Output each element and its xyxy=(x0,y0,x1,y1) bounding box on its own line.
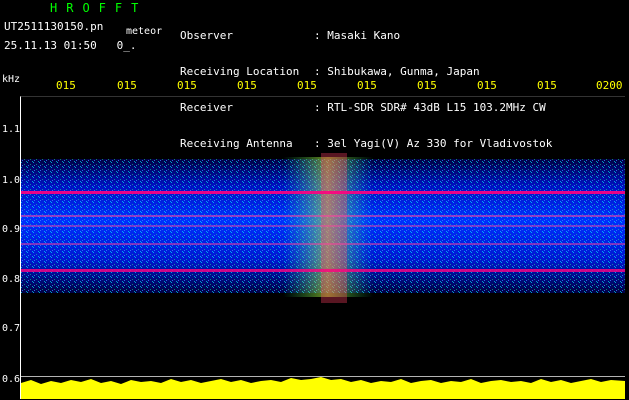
carrier-line xyxy=(21,269,625,272)
meta-value: : Masaki Kano xyxy=(314,29,401,42)
baseline-line xyxy=(21,376,625,377)
app-title: HROFFT xyxy=(50,1,148,15)
carrier-line xyxy=(21,215,625,217)
x-tick-label: 015 xyxy=(357,79,377,92)
x-tick-label: 015 xyxy=(477,79,497,92)
y-tick-label: 0.8 xyxy=(2,274,21,285)
bottom-trace xyxy=(21,377,625,399)
carrier-line xyxy=(21,243,625,245)
x-tick-label: 015 xyxy=(177,79,197,92)
spectrogram-canvas xyxy=(21,153,625,399)
x-tick-label: 015 xyxy=(56,79,76,92)
carrier-line xyxy=(21,191,625,194)
y-tick-label: 0.6 xyxy=(2,374,21,385)
meteor-burst xyxy=(321,153,347,303)
x-tick-label: 015 xyxy=(237,79,257,92)
meta-key: Receiving Location xyxy=(180,65,300,78)
meta-location: Receiving Location : Shibukawa, Gunma, Ja… xyxy=(180,66,552,78)
hrofft-window: HROFFT UT2511130150.pn meteor 25.11.13 0… xyxy=(0,0,629,400)
file-name: UT2511130150.pn xyxy=(4,20,104,33)
y-axis-unit: kHz xyxy=(2,74,21,85)
meta-value: : Shibukawa, Gunma, Japan xyxy=(314,65,480,78)
datetime-readout: 25.11.13 01:50 0_. xyxy=(4,39,137,52)
y-tick-label: 1.1 xyxy=(2,124,21,135)
spectrogram-panel xyxy=(20,96,625,399)
meta-observer: Observer : Masaki Kano xyxy=(180,30,552,42)
meteor-label: meteor xyxy=(126,26,163,37)
y-tick-label: 1.0 xyxy=(2,175,21,186)
x-tick-label: 0200 xyxy=(596,79,623,92)
carrier-line xyxy=(21,225,625,227)
meta-key: Observer xyxy=(180,29,233,42)
x-tick-label: 015 xyxy=(417,79,437,92)
y-tick-label: 0.7 xyxy=(2,323,21,334)
x-tick-label: 015 xyxy=(297,79,317,92)
x-tick-label: 015 xyxy=(537,79,557,92)
x-tick-label: 015 xyxy=(117,79,137,92)
y-tick-label: 0.9 xyxy=(2,224,21,235)
